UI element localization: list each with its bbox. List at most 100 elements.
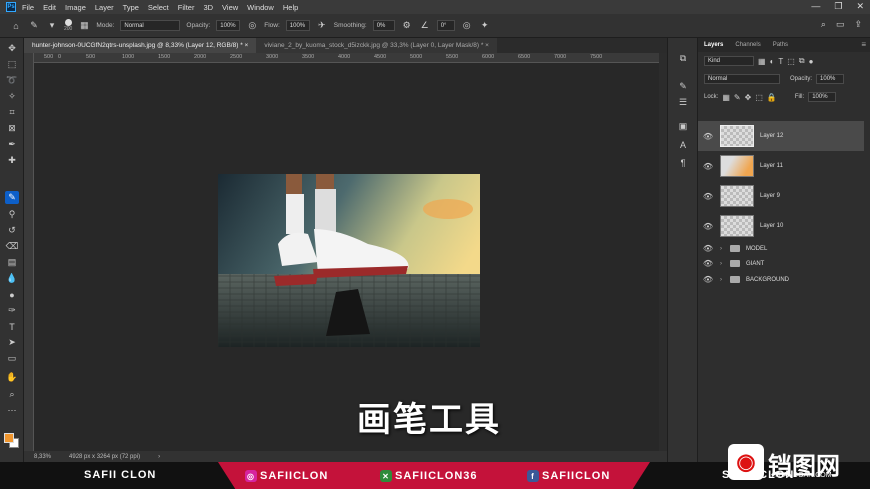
layer-group-row[interactable]: 👁 › GIANT	[698, 256, 864, 271]
chevron-right-icon[interactable]: ›	[720, 246, 726, 252]
flow-input[interactable]: 100%	[285, 20, 310, 31]
filter-smart-object-icon[interactable]: ⧉	[799, 56, 805, 66]
lock-artboard-icon[interactable]: ⬚	[755, 93, 763, 102]
chevron-down-icon[interactable]: ▾	[46, 20, 58, 32]
lock-pixels-icon[interactable]: ▦	[722, 93, 730, 102]
foreground-color-swatch[interactable]	[4, 433, 14, 443]
workspace-icon[interactable]: ▭	[836, 19, 845, 30]
home-icon[interactable]: ⌂	[10, 20, 22, 32]
eye-icon[interactable]: 👁	[702, 244, 714, 253]
eye-icon[interactable]: 👁	[702, 162, 714, 171]
brush-tool-icon[interactable]: ✎	[28, 20, 40, 32]
filter-toggle-icon[interactable]: ●	[809, 57, 814, 66]
airbrush-icon[interactable]: ✈	[316, 20, 328, 32]
layer-group-row[interactable]: 👁 › MODEL	[698, 241, 864, 256]
dodge-tool-icon[interactable]: ●	[5, 288, 19, 301]
menu-image[interactable]: Image	[65, 3, 86, 12]
eye-icon[interactable]: 👁	[702, 192, 714, 201]
hand-tool-icon[interactable]: ✋	[5, 371, 19, 384]
adjustments-panel-icon[interactable]: ☰	[676, 96, 690, 109]
filter-shape-icon[interactable]: ⬚	[787, 57, 795, 66]
pressure-opacity-icon[interactable]: ◎	[246, 20, 258, 32]
paragraph-panel-icon[interactable]: ¶	[676, 156, 690, 169]
angle-input[interactable]: 0°	[436, 20, 455, 31]
search-icon[interactable]: ⌕	[821, 19, 826, 30]
tab-channels[interactable]: Channels	[735, 42, 760, 48]
frame-tool-icon[interactable]: ⊠	[5, 122, 19, 135]
share-icon[interactable]: ⇪	[854, 19, 862, 30]
symmetry-icon[interactable]: ✦	[479, 20, 491, 32]
history-brush-tool-icon[interactable]: ↺	[5, 224, 19, 237]
zoom-tool-icon[interactable]: ⌕	[5, 388, 19, 401]
filter-type-icon[interactable]: T	[778, 57, 783, 66]
fill-input[interactable]: 100%	[808, 92, 837, 102]
menu-window[interactable]: Window	[247, 3, 274, 12]
chevron-right-icon[interactable]: ›	[720, 277, 726, 283]
opacity-input[interactable]: 100%	[216, 20, 241, 31]
brush-tool-icon[interactable]: ✎	[5, 191, 19, 204]
menu-view[interactable]: View	[222, 3, 238, 12]
move-tool-icon[interactable]: ✥	[5, 42, 19, 55]
menu-type[interactable]: Type	[123, 3, 139, 12]
eye-icon[interactable]: 👁	[702, 275, 714, 284]
type-tool-icon[interactable]: T	[5, 320, 19, 333]
lock-all-icon[interactable]: 🔒	[767, 93, 777, 102]
layer-row[interactable]: 👁 Layer 12	[698, 121, 864, 151]
filter-kind-select[interactable]: Kind	[704, 56, 754, 66]
filter-pixel-icon[interactable]: ▦	[758, 57, 766, 66]
filter-adjustment-icon[interactable]: ◐	[770, 57, 775, 66]
tab-viviane[interactable]: viviane_2_by_kuoma_stock_d5izckk.jpg @ 3…	[256, 38, 497, 53]
blur-tool-icon[interactable]: 💧	[5, 272, 19, 285]
gear-icon[interactable]: ⚙	[401, 20, 413, 32]
vertical-scrollbar[interactable]	[659, 53, 667, 451]
character-panel-icon[interactable]: A	[676, 138, 690, 151]
eye-icon[interactable]: 👁	[702, 132, 714, 141]
maximize-button[interactable]: ❐	[834, 1, 842, 12]
layer-group-row[interactable]: 👁 › BACKGROUND	[698, 272, 864, 287]
menu-3d[interactable]: 3D	[203, 3, 213, 12]
eye-icon[interactable]: 👁	[702, 222, 714, 231]
menu-file[interactable]: File	[22, 3, 34, 12]
channels-panel-icon[interactable]: ▣	[676, 120, 690, 133]
document-image[interactable]	[218, 174, 480, 347]
lasso-tool-icon[interactable]: ➰	[5, 74, 19, 87]
menu-filter[interactable]: Filter	[178, 3, 195, 12]
clone-stamp-tool-icon[interactable]: ⚲	[5, 208, 19, 221]
gradient-tool-icon[interactable]: ▤	[5, 256, 19, 269]
menu-edit[interactable]: Edit	[43, 3, 56, 12]
status-arrow-icon[interactable]: ›	[158, 454, 160, 460]
menu-select[interactable]: Select	[148, 3, 169, 12]
brush-preset-picker[interactable]: 200	[64, 19, 72, 32]
rectangle-tool-icon[interactable]: ▭	[5, 352, 19, 365]
chevron-right-icon[interactable]: ›	[720, 261, 726, 267]
panel-menu-icon[interactable]: ≡	[861, 40, 866, 49]
minimize-button[interactable]: —	[811, 1, 820, 12]
layer-row[interactable]: 👁 Layer 9	[698, 181, 864, 211]
pressure-size-icon[interactable]: ◎	[461, 20, 473, 32]
layer-row[interactable]: 👁 Layer 11	[698, 151, 864, 181]
eyedropper-tool-icon[interactable]: ✒	[5, 138, 19, 151]
history-panel-icon[interactable]: ⧉	[676, 52, 690, 65]
tab-paths[interactable]: Paths	[773, 42, 788, 48]
pen-tool-icon[interactable]: ✑	[5, 304, 19, 317]
blend-mode-select[interactable]: Normal	[704, 74, 780, 84]
more-tools-icon[interactable]: ⋯	[5, 404, 19, 417]
tab-hunter-johnson[interactable]: hunter-johnson-0UCGfN2qtrs-unsplash.jpg …	[24, 38, 257, 53]
marquee-tool-icon[interactable]: ⬚	[5, 58, 19, 71]
eraser-tool-icon[interactable]: ⌫	[5, 240, 19, 253]
healing-brush-tool-icon[interactable]: ✚	[5, 154, 19, 167]
close-window-button[interactable]: ✕	[856, 1, 864, 12]
menu-layer[interactable]: Layer	[95, 3, 114, 12]
quick-select-tool-icon[interactable]: ✧	[5, 90, 19, 103]
layer-opacity-input[interactable]: 100%	[816, 74, 845, 84]
lock-position-icon[interactable]: ✥	[745, 93, 752, 102]
brush-panel-icon[interactable]: ✎	[676, 80, 690, 93]
eye-icon[interactable]: 👁	[702, 259, 714, 268]
mode-select[interactable]: Normal	[120, 20, 181, 31]
brush-settings-icon[interactable]: ▦	[78, 20, 90, 32]
layer-row[interactable]: 👁 Layer 10	[698, 211, 864, 241]
tab-layers[interactable]: Layers	[704, 42, 723, 48]
crop-tool-icon[interactable]: ⌗	[5, 106, 19, 119]
menu-help[interactable]: Help	[283, 3, 298, 12]
smoothing-input[interactable]: 0%	[372, 20, 395, 31]
